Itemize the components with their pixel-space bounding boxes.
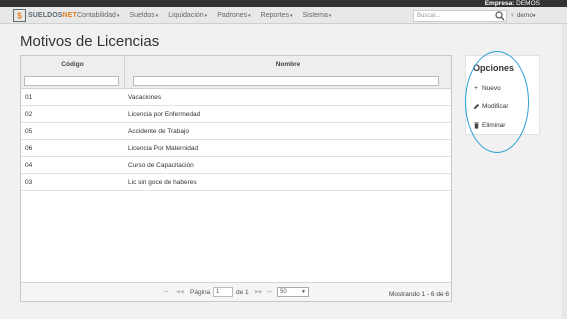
cell-nombre: Lic sin goce de haberes xyxy=(128,179,197,186)
records-info: Mostrando 1 - 6 de 6 xyxy=(389,291,449,298)
cell-nombre: Licencia por Enfermedad xyxy=(128,111,201,118)
cell-codigo: 03 xyxy=(25,179,33,186)
table-row[interactable]: 04 Curso de Capacitación xyxy=(21,157,451,174)
grid-body: 01 Vacaciones 02 Licencia por Enfermedad 0… xyxy=(21,89,451,191)
cell-codigo: 02 xyxy=(25,111,33,118)
cell-codigo: 05 xyxy=(25,128,33,135)
column-header-codigo[interactable]: Código xyxy=(21,61,124,68)
menu-padrones[interactable]: Padrones▾ xyxy=(212,7,255,24)
last-page-icon[interactable]: ⏭ xyxy=(267,289,272,295)
cell-nombre: Vacaciones xyxy=(128,94,162,101)
search-input[interactable]: Buscar... xyxy=(413,10,507,22)
cell-nombre: Licencia Por Maternidad xyxy=(128,145,199,152)
prev-page-icon[interactable]: ◀◀ xyxy=(176,289,184,295)
menu-sueldos[interactable]: Sueldos▾ xyxy=(124,7,163,24)
cell-codigo: 06 xyxy=(25,145,33,152)
table-row[interactable]: 03 Lic sin goce de haberes xyxy=(21,174,451,191)
options-highlight-ellipse xyxy=(465,51,529,153)
page-title: Motivos de Licencias xyxy=(20,33,160,50)
brand-logo[interactable]: $ SUELDOSNET xyxy=(13,9,77,22)
main-menu: Contabilidad▾ Sueldos▾ Liquidación▾ Padr… xyxy=(72,7,336,24)
search-icon[interactable] xyxy=(495,11,505,21)
cell-codigo: 01 xyxy=(25,94,33,101)
grid-pager: ⏮ ◀◀ Página 1 de 1 ▶▶ ⏭ 50 ▼ Mostrando 1 … xyxy=(21,282,451,301)
filter-nombre-input[interactable] xyxy=(133,76,439,86)
menu-liquidacion[interactable]: Liquidación▾ xyxy=(163,7,212,24)
page-scrollbar[interactable] xyxy=(562,24,567,319)
table-row[interactable]: 01 Vacaciones xyxy=(21,89,451,106)
menu-contabilidad[interactable]: Contabilidad▾ xyxy=(72,7,124,24)
menu-reportes[interactable]: Reportes▾ xyxy=(256,7,298,24)
chevron-down-icon: ▼ xyxy=(301,289,306,295)
table-row[interactable]: 05 Accidente de Trabajo xyxy=(21,123,451,140)
table-row[interactable]: 06 Licencia Por Maternidad xyxy=(21,140,451,157)
top-bar: Empresa: DEMOS xyxy=(0,0,567,7)
brand-name: SUELDOSNET xyxy=(28,12,77,19)
licencias-grid: Código Nombre 01 Vacaciones 02 Licencia po… xyxy=(20,55,452,302)
filter-codigo-input[interactable] xyxy=(24,76,119,86)
cell-nombre: Accidente de Trabajo xyxy=(128,128,190,135)
page-size-select[interactable]: 50 ▼ xyxy=(277,287,309,297)
user-icon: ♀ xyxy=(510,12,515,19)
page-number-input[interactable]: 1 xyxy=(213,287,233,297)
grid-header: Código Nombre xyxy=(21,56,451,89)
table-row[interactable]: 02 Licencia por Enfermedad xyxy=(21,106,451,123)
cell-nombre: Curso de Capacitación xyxy=(128,162,194,169)
column-header-nombre[interactable]: Nombre xyxy=(125,61,451,68)
menu-sistema[interactable]: Sistema▾ xyxy=(298,7,337,24)
brand-logo-icon: $ xyxy=(13,9,26,22)
page-count-label: de 1 xyxy=(236,289,249,296)
first-page-icon[interactable]: ⏮ xyxy=(164,289,169,295)
svg-text:$: $ xyxy=(17,12,22,21)
page-label: Página xyxy=(190,289,211,296)
cell-codigo: 04 xyxy=(25,162,33,169)
user-menu[interactable]: ♀ demo▾ xyxy=(510,10,535,22)
main-navbar: $ SUELDOSNET Contabilidad▾ Sueldos▾ Liqu… xyxy=(0,7,567,24)
next-page-icon[interactable]: ▶▶ xyxy=(255,289,263,295)
